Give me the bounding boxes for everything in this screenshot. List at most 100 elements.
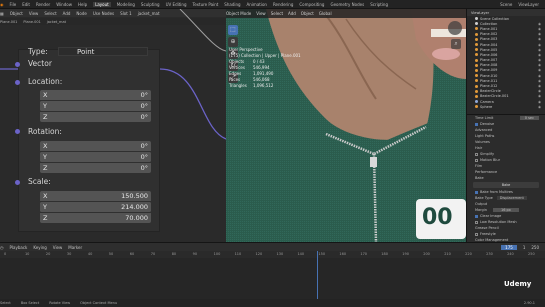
select-box-icon[interactable]: ⬚ [228,25,238,35]
prop-label: Simplify [480,152,495,156]
rotation-x-field[interactable]: X 0° [40,141,151,151]
eye-icon[interactable]: ◉ [538,89,541,93]
current-frame-field[interactable]: 175 [501,244,517,250]
eye-icon[interactable]: ◉ [538,32,541,36]
menu-edit[interactable]: Edit [22,2,30,7]
scale-z-field[interactable]: Z 70.000 [40,213,151,223]
mode-selector[interactable]: Object Mode [226,11,251,16]
rotation-input-socket[interactable] [15,129,20,134]
outliner-item-label: BezierCircle [480,89,501,94]
eye-icon[interactable]: ◉ [538,68,541,72]
bake-button[interactable]: Bake [473,182,539,188]
location-input-socket[interactable] [15,80,20,85]
clear-image-checkbox[interactable] [475,214,478,218]
menu-view[interactable]: View [53,245,63,250]
outliner-item-label: Camera [480,99,494,104]
eye-icon[interactable]: ◉ [538,37,541,41]
rotation-z-field[interactable]: Z 0° [40,163,151,173]
tab-shading[interactable]: Shading [224,2,240,7]
zoom-icon[interactable]: ⌕ [451,39,461,49]
eye-icon[interactable]: ◉ [538,100,541,104]
bake-type-dropdown[interactable]: Displacement [496,196,527,200]
vp-menu-add[interactable]: Add [288,11,296,16]
eye-icon[interactable]: ◉ [538,48,541,52]
scale-x-field[interactable]: X 150.500 [40,191,151,201]
timeline-editor-icon[interactable]: ◷ [0,245,4,250]
simplify-checkbox[interactable] [475,152,478,156]
location-x-value: 0° [140,90,148,99]
eye-icon[interactable]: ◉ [538,79,541,83]
curve-icon [475,94,478,98]
menu-keying[interactable]: Keying [33,245,46,250]
eye-icon[interactable]: ◉ [538,63,541,67]
eye-icon[interactable]: ◉ [538,74,541,78]
low-res-mesh-checkbox[interactable] [475,220,478,224]
tab-texture-paint[interactable]: Texture Paint [192,2,218,7]
outliner-row[interactable]: Sphere ◉ [467,104,545,109]
denoise-checkbox[interactable] [475,122,478,126]
eye-icon[interactable]: ◉ [538,105,541,109]
bake-multires-checkbox[interactable] [475,190,478,194]
location-y-field[interactable]: Y 0° [40,101,151,111]
vp-menu-select[interactable]: Select [271,11,283,16]
view-layer-selector[interactable]: ViewLayer [518,2,539,7]
frame-tick-label: 190 [402,252,409,256]
location-x-field[interactable]: X 0° [40,90,151,100]
tab-animation[interactable]: Animation [247,2,267,7]
orientation-selector[interactable]: Global [319,11,332,16]
location-z-field[interactable]: Z 0° [40,112,151,122]
scale-y-field[interactable]: Y 214.000 [40,202,151,212]
tab-sculpting[interactable]: Sculpting [141,2,160,7]
eye-icon[interactable]: ◉ [538,53,541,57]
properties-panel[interactable]: Time Limit 0 sec Denoise Advanced Light P… [466,114,545,242]
menu-marker[interactable]: Marker [68,245,82,250]
outliner-item-label: Plane.011 [480,78,498,83]
tab-compositing[interactable]: Compositing [299,2,324,7]
playhead[interactable] [317,251,318,300]
mapping-node[interactable]: Type: Point Vector Location: X 0° Y 0° Z… [15,47,160,232]
type-dropdown[interactable]: Point [58,47,148,56]
eye-icon[interactable]: ◉ [538,27,541,31]
eye-icon[interactable]: ◉ [538,58,541,62]
eye-icon[interactable]: ◉ [538,22,541,26]
tab-scripting[interactable]: Scripting [370,2,388,7]
menu-render[interactable]: Render [36,2,50,7]
status-context-menu: Object Context Menu [80,301,118,305]
3d-viewport[interactable]: 00 Object Mode View Select Add Object Gl… [226,9,466,242]
timeline[interactable]: ◷ Playback Keying View Marker 175 1 250 … [0,242,545,300]
time-limit-field[interactable]: 0 sec [519,116,539,120]
menu-file[interactable]: File [10,2,17,7]
blender-logo-icon[interactable]: ◉ [0,2,4,7]
margin-field[interactable]: 16 px [492,208,519,212]
vp-menu-view[interactable]: View [256,11,266,16]
eye-icon[interactable]: ◉ [538,43,541,47]
rotation-x-value: 0° [140,141,148,150]
outliner-item-label: Plane.012 [480,84,498,89]
menu-window[interactable]: Window [56,2,72,7]
menu-playback[interactable]: Playback [10,245,28,250]
frame-ruler[interactable]: 0 10 20 30 40 50 60 70 80 90 100 110 120 130 140 150 160… [0,251,545,258]
vector-input-socket[interactable] [15,62,20,67]
scene-selector[interactable]: Scene [500,2,512,7]
panel-bake[interactable]: Bake [467,175,545,181]
outliner[interactable]: ViewLayer Scene Collection Collection ◉ P… [466,9,545,114]
navigation-gizmo[interactable] [448,21,462,35]
rotation-y-field[interactable]: Y 0° [40,152,151,162]
end-frame-field[interactable]: 250 [531,245,539,250]
shader-node-editor[interactable]: ▦ Object View Select Add Node Use Nodes … [0,9,226,242]
scale-input-socket[interactable] [15,180,20,185]
start-frame-field[interactable]: 1 [523,245,526,250]
vp-menu-object[interactable]: Object [301,11,314,16]
stat-value: 1,096,512 [253,83,274,88]
tab-uv-editing[interactable]: UV Editing [166,2,187,7]
cursor-icon[interactable]: ⊕ [228,37,238,47]
tab-rendering[interactable]: Rendering [273,2,293,7]
eye-icon[interactable]: ◉ [538,94,541,98]
tab-modeling[interactable]: Modeling [117,2,135,7]
tab-geometry-nodes[interactable]: Geometry Nodes [330,2,364,7]
motion-blur-checkbox[interactable] [475,158,478,162]
tab-layout[interactable]: Layout [93,1,111,7]
freestyle-checkbox[interactable] [475,232,478,236]
menu-help[interactable]: Help [78,2,87,7]
eye-icon[interactable]: ◉ [538,84,541,88]
